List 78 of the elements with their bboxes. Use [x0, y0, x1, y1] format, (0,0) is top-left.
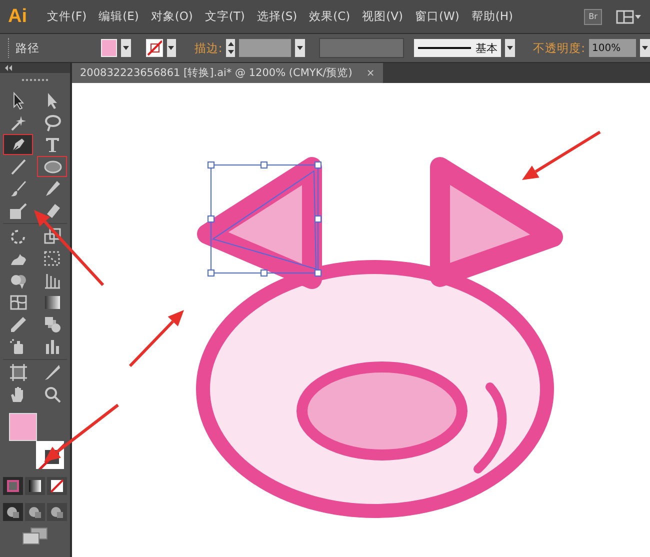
menu-item[interactable]: 文字(T) — [198, 9, 251, 24]
arrow-icon — [48, 93, 56, 109]
draw-mode-icon — [50, 505, 64, 519]
bridge-button[interactable]: Br — [584, 8, 602, 24]
hand-icon — [10, 387, 22, 402]
ellipse-icon — [44, 160, 62, 174]
draw-mode-icon — [28, 505, 42, 519]
draw-mode-button[interactable] — [3, 503, 23, 521]
document-tab[interactable]: 200832223656861 [转换].ai* @ 1200% (CMYK/预览) × — [72, 63, 383, 83]
annotation-arrow — [128, 310, 184, 368]
caret-icon — [642, 46, 648, 50]
draw-mode-icon — [6, 505, 20, 519]
draw-mode-button[interactable] — [25, 503, 45, 521]
eyedropper-icon — [10, 317, 26, 332]
menu-item[interactable]: 视图(V) — [356, 9, 410, 24]
menu-item[interactable]: 对象(O) — [144, 9, 199, 24]
gradient-icon — [44, 296, 60, 309]
stroke-weight-field[interactable] — [239, 39, 292, 57]
mesh-icon — [10, 295, 26, 310]
close-button[interactable]: × — [366, 68, 375, 78]
tool-button[interactable] — [3, 134, 33, 155]
fill-color-swatch[interactable] — [9, 413, 37, 441]
gradient-swatch-icon — [29, 480, 41, 492]
stepper-icon[interactable] — [226, 39, 236, 57]
magnifier-icon — [44, 387, 60, 403]
magic-wand-icon — [10, 116, 26, 131]
line-icon — [10, 159, 26, 175]
color-swatch-icon — [7, 480, 19, 492]
blend-icon — [44, 317, 60, 332]
color-mode-button[interactable] — [47, 477, 67, 495]
menu-item[interactable]: 效果(C) — [303, 9, 356, 24]
menu-item[interactable]: 编辑(E) — [92, 9, 145, 24]
menu-item[interactable]: 文件(F) — [41, 9, 93, 24]
bar-graph-icon — [46, 340, 58, 354]
scale-icon — [44, 228, 60, 244]
caret-icon — [122, 46, 129, 50]
brush-icon — [10, 181, 26, 196]
dropdown-button[interactable] — [166, 39, 176, 57]
menu-item[interactable]: 窗口(W) — [409, 9, 466, 24]
dropdown-button[interactable] — [121, 39, 131, 57]
spray-can-icon — [10, 339, 22, 354]
workspace-button[interactable] — [616, 10, 642, 24]
dropdown-button[interactable] — [640, 39, 650, 57]
app-logo: Ai — [7, 6, 28, 28]
layout-icon — [616, 10, 642, 24]
free-transform-icon — [44, 251, 60, 266]
tool-button[interactable] — [37, 156, 67, 177]
letter-t-icon — [46, 138, 58, 152]
dropdown-button[interactable] — [295, 39, 306, 57]
stroke-style-dropdown[interactable]: 基本 — [414, 39, 502, 57]
selection-bounding-box[interactable] — [208, 162, 322, 276]
knife-icon — [44, 365, 60, 380]
pencil-icon — [46, 181, 60, 196]
lasso-icon — [44, 115, 60, 132]
stroke-label: 描边: — [194, 40, 222, 56]
collapse-icon[interactable] — [0, 63, 70, 73]
caret-icon — [168, 46, 174, 50]
rotate-icon — [10, 230, 24, 244]
draw-mode-button[interactable] — [47, 503, 67, 521]
caret-icon — [297, 46, 304, 50]
opacity-field[interactable]: 100% — [589, 39, 636, 57]
stroke-none-swatch[interactable] — [146, 39, 163, 57]
none-swatch-icon — [50, 479, 64, 493]
menu-item[interactable]: 选择(S) — [250, 9, 304, 24]
opacity-label: 不透明度: — [533, 40, 586, 56]
color-mode-button[interactable] — [25, 477, 45, 495]
eraser-icon — [46, 204, 60, 218]
menu-item[interactable]: 帮助(H) — [465, 9, 519, 24]
fill-swatch[interactable] — [100, 39, 118, 57]
shape-builder-icon — [10, 275, 26, 289]
artboard-icon — [8, 363, 28, 382]
caret-icon — [507, 46, 514, 50]
dropdown-button[interactable] — [505, 39, 516, 57]
screens-icon — [21, 527, 49, 545]
pen-nib-icon — [11, 137, 26, 152]
object-type-label: 路径 — [16, 40, 41, 56]
arrow-icon — [13, 92, 24, 110]
color-mode-button[interactable] — [3, 477, 23, 495]
